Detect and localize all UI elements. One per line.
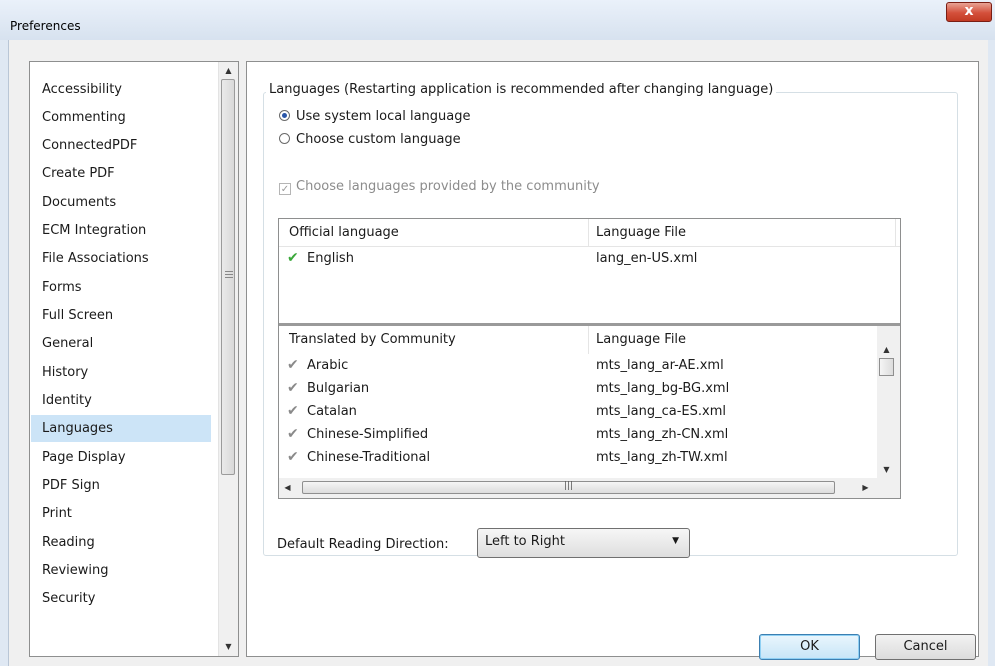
nav-item-pdf-sign[interactable]: PDF Sign — [31, 472, 211, 499]
category-list: Accessibility Commenting ConnectedPDF Cr… — [29, 61, 239, 657]
check-gray-icon: ✔ — [287, 426, 299, 442]
chevron-down-icon: ▼ — [672, 536, 679, 546]
nav-item-print[interactable]: Print — [31, 500, 211, 527]
community-checkbox-label: Choose languages provided by the communi… — [296, 179, 600, 194]
table-row[interactable]: ✔ English lang_en-US.xml — [287, 247, 877, 270]
nav-item-general[interactable]: General — [31, 330, 211, 357]
reading-direction-select[interactable]: Left to Right ▼ — [477, 528, 690, 558]
scroll-thumb[interactable] — [879, 358, 894, 376]
nav-item-create-pdf[interactable]: Create PDF — [31, 160, 211, 187]
scroll-up-arrow-icon[interactable]: ▲ — [219, 62, 238, 79]
language-name: Catalan — [307, 404, 357, 419]
column-header-official-language[interactable]: Official language — [289, 219, 399, 247]
column-separator — [895, 219, 896, 247]
language-file: mts_lang_zh-TW.xml — [596, 450, 728, 465]
check-gray-icon: ✔ — [287, 380, 299, 396]
community-table-header: Translated by Community Language File — [279, 326, 877, 354]
table-row[interactable]: ✔ Bulgarian mts_lang_bg-BG.xml — [287, 377, 877, 400]
grip-line — [225, 271, 233, 272]
scroll-right-arrow-icon[interactable]: ▶ — [857, 478, 874, 497]
scroll-up-arrow-icon[interactable]: ▲ — [877, 341, 896, 358]
language-file: mts_lang_zh-CN.xml — [596, 427, 729, 442]
scroll-thumb[interactable]: ||| — [302, 481, 835, 494]
nav-item-page-display[interactable]: Page Display — [31, 444, 211, 471]
radio-system-language[interactable]: Use system local language — [279, 108, 471, 126]
scroll-left-arrow-icon[interactable]: ◀ — [279, 478, 296, 497]
category-scrollbar[interactable]: ▲ ▼ — [218, 62, 238, 656]
nav-item-languages[interactable]: Languages — [31, 415, 211, 442]
checkbox-checked-icon: ✓ — [279, 183, 291, 195]
language-name: Bulgarian — [307, 381, 370, 396]
community-vertical-scrollbar[interactable]: ▲ ▼ — [877, 341, 896, 478]
dialog-client: Accessibility Commenting ConnectedPDF Cr… — [8, 40, 988, 666]
nav-item-history[interactable]: History — [31, 359, 211, 386]
check-gray-icon: ✔ — [287, 403, 299, 419]
radio-custom-language[interactable]: Choose custom language — [279, 131, 461, 149]
close-icon: x — [964, 3, 974, 19]
grip-line — [225, 274, 233, 275]
table-row[interactable]: ✔ Arabic mts_lang_ar-AE.xml — [287, 354, 877, 377]
check-gray-icon: ✔ — [287, 449, 299, 465]
nav-item-identity[interactable]: Identity — [31, 387, 211, 414]
scroll-down-arrow-icon[interactable]: ▼ — [877, 461, 896, 478]
scroll-thumb[interactable] — [221, 79, 235, 475]
community-horizontal-scrollbar[interactable]: ◀ ||| ▶ — [279, 478, 877, 497]
radio-unchecked-icon — [279, 133, 290, 144]
column-header-translated-by-community[interactable]: Translated by Community — [289, 326, 456, 354]
language-lists: Official language Language File ✔ English… — [278, 218, 901, 499]
radio-system-label: Use system local language — [296, 109, 471, 124]
language-file: mts_lang_ar-AE.xml — [596, 358, 724, 373]
table-row[interactable]: ✔ Catalan mts_lang_ca-ES.xml — [287, 400, 877, 423]
reading-direction-label: Default Reading Direction: — [277, 537, 449, 552]
nav-item-commenting[interactable]: Commenting — [31, 104, 211, 131]
check-gray-icon: ✔ — [287, 357, 299, 373]
nav-item-forms[interactable]: Forms — [31, 274, 211, 301]
language-file: lang_en-US.xml — [596, 251, 698, 266]
groupbox-title: Languages (Restarting application is rec… — [266, 82, 777, 97]
column-separator — [588, 219, 589, 247]
nav-item-reviewing[interactable]: Reviewing — [31, 557, 211, 584]
language-name: Chinese-Simplified — [307, 427, 429, 442]
nav-item-ecm-integration[interactable]: ECM Integration — [31, 217, 211, 244]
community-table-body: ✔ Arabic mts_lang_ar-AE.xml ✔ Bulgarian mt… — [279, 354, 877, 478]
nav-item-file-associations[interactable]: File Associations — [31, 245, 211, 272]
language-file: mts_lang_bg-BG.xml — [596, 381, 730, 396]
column-header-language-file[interactable]: Language File — [596, 219, 686, 247]
language-name: Chinese-Traditional — [307, 450, 431, 465]
column-header-language-file[interactable]: Language File — [596, 326, 686, 354]
grip-line — [225, 277, 233, 278]
community-languages-checkbox: ✓ Choose languages provided by the commun… — [279, 178, 600, 196]
cancel-button[interactable]: Cancel — [875, 634, 976, 660]
official-table-body: ✔ English lang_en-US.xml — [279, 247, 900, 323]
title-bar: Preferences x — [0, 0, 995, 40]
radio-custom-label: Choose custom language — [296, 132, 461, 147]
reading-direction-value: Left to Right — [485, 534, 566, 549]
table-row[interactable]: ✔ Chinese-Traditional mts_lang_zh-TW.xml — [287, 446, 877, 469]
language-name: English — [307, 251, 354, 266]
nav-item-documents[interactable]: Documents — [31, 189, 211, 216]
radio-checked-icon — [279, 110, 290, 121]
close-button[interactable]: x — [946, 2, 992, 22]
languages-panel: Languages (Restarting application is rec… — [246, 61, 979, 657]
nav-item-accessibility[interactable]: Accessibility — [31, 76, 211, 103]
nav-item-connectedpdf[interactable]: ConnectedPDF — [31, 132, 211, 159]
table-row[interactable]: ✔ Chinese-Simplified mts_lang_zh-CN.xml — [287, 423, 877, 446]
nav-item-security[interactable]: Security — [31, 585, 211, 612]
official-table-header: Official language Language File — [279, 219, 900, 247]
ok-button[interactable]: OK — [759, 634, 860, 660]
nav-item-reading[interactable]: Reading — [31, 529, 211, 556]
language-file: mts_lang_ca-ES.xml — [596, 404, 726, 419]
nav-item-full-screen[interactable]: Full Screen — [31, 302, 211, 329]
check-green-icon: ✔ — [287, 250, 299, 266]
window-title: Preferences — [10, 19, 81, 33]
scroll-down-arrow-icon[interactable]: ▼ — [219, 638, 238, 655]
column-separator — [588, 326, 589, 354]
language-name: Arabic — [307, 358, 349, 373]
